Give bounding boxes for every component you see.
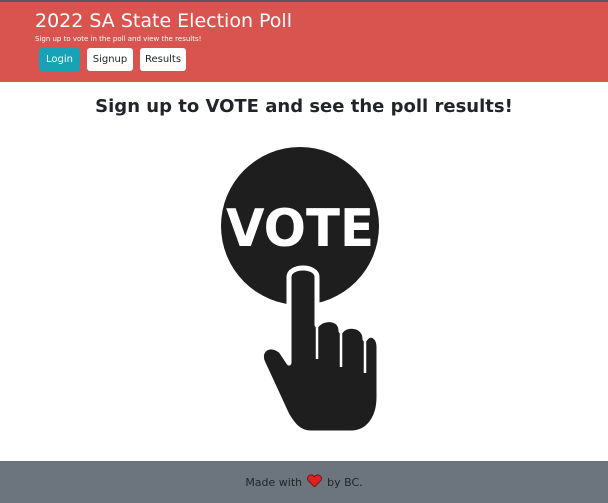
results-button[interactable]: Results	[140, 48, 186, 71]
site-header: 2022 SA State Election Poll Sign up to v…	[0, 2, 608, 82]
signup-button[interactable]: Signup	[87, 48, 133, 71]
vote-hand-icon: VOTE	[221, 147, 382, 436]
page-title: 2022 SA State Election Poll	[35, 10, 292, 32]
footer-made-with: Made with	[245, 475, 303, 489]
main-headline: Sign up to VOTE and see the poll results…	[95, 96, 513, 117]
vote-text: VOTE	[226, 199, 374, 259]
heart-icon	[307, 474, 322, 490]
page-subtitle: Sign up to vote in the poll and view the…	[35, 35, 202, 43]
login-button[interactable]: Login	[39, 48, 80, 71]
footer-by: by BC.	[327, 475, 363, 489]
site-footer: Made with by BC.	[0, 461, 608, 503]
header-nav: Login Signup Results	[39, 48, 186, 71]
